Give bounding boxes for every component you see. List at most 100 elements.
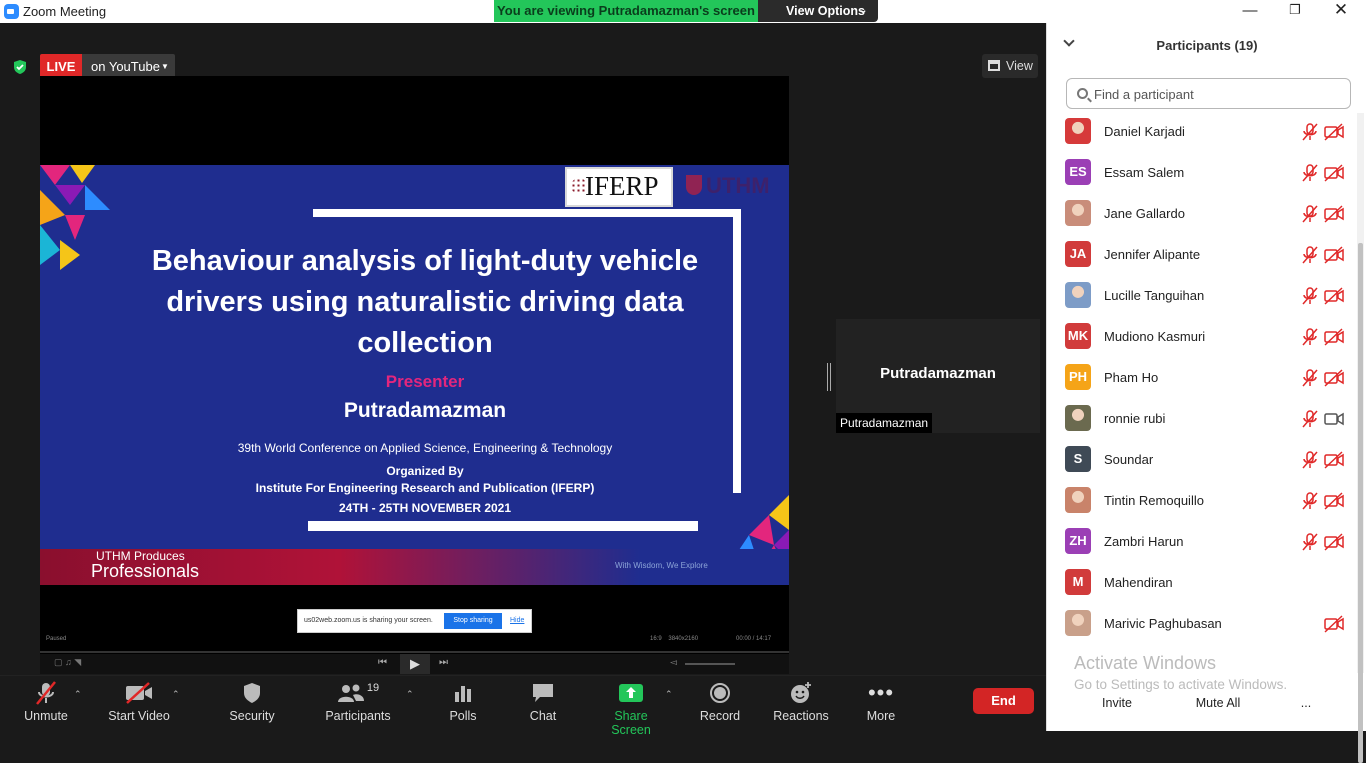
audio-options-caret-icon[interactable]: ⌃ xyxy=(74,689,82,700)
participants-options-caret-icon[interactable]: ⌃ xyxy=(406,689,414,700)
view-label: View xyxy=(1006,59,1033,73)
participant-row[interactable]: Lucille Tanguihan xyxy=(1047,275,1353,316)
participants-button[interactable]: 19 Participants xyxy=(322,676,394,732)
player-extra-controls[interactable]: ▢ ♫ ◥ xyxy=(54,657,81,668)
video-options-caret-icon[interactable]: ⌃ xyxy=(172,689,180,700)
grid-view-icon xyxy=(988,60,1000,71)
video-on-icon[interactable] xyxy=(1324,410,1344,428)
volume-slider[interactable] xyxy=(685,663,735,665)
previous-icon[interactable]: ⏮ xyxy=(378,657,387,668)
participant-row[interactable]: JA Jennifer Alipante xyxy=(1047,234,1353,275)
view-options-button[interactable]: View Options ⌄ xyxy=(758,0,878,22)
start-video-button[interactable]: Start Video xyxy=(104,676,174,732)
presenter-name: Putradamazman xyxy=(343,399,507,422)
video-off-icon[interactable] xyxy=(1324,451,1344,469)
windows-activation-watermark-title: Activate Windows xyxy=(1074,653,1217,673)
scrollbar-thumb[interactable] xyxy=(1358,243,1363,763)
muted-mic-icon[interactable] xyxy=(1301,533,1319,551)
video-thumbnail[interactable]: Putradamazman Putradamazman xyxy=(836,319,1040,433)
video-off-icon[interactable] xyxy=(1324,328,1344,346)
record-label: Record xyxy=(699,709,741,723)
volume-icon[interactable]: ◅ xyxy=(670,657,677,668)
organized-by-heading: Organized By xyxy=(386,464,464,478)
participant-list-scrollbar[interactable] xyxy=(1357,113,1364,763)
invite-button[interactable]: Invite xyxy=(1091,692,1143,714)
video-off-icon[interactable] xyxy=(1324,533,1344,551)
slide-decoration-left xyxy=(40,165,110,270)
participant-name: Mahendiran xyxy=(1104,575,1173,590)
video-off-icon[interactable] xyxy=(1324,287,1344,305)
participant-row[interactable]: Daniel Karjadi xyxy=(1047,111,1353,152)
stop-sharing-button[interactable]: Stop sharing xyxy=(444,613,502,629)
next-icon[interactable]: ⏭ xyxy=(439,657,448,668)
participant-row[interactable]: MK Mudiono Kasmuri xyxy=(1047,316,1353,357)
share-options-caret-icon[interactable]: ⌃ xyxy=(665,689,673,700)
muted-mic-icon[interactable] xyxy=(1301,246,1319,264)
panel-more-button[interactable]: ... xyxy=(1295,692,1317,714)
title-bar: Zoom Meeting You are viewing Putradamazm… xyxy=(0,0,1366,23)
player-video-info: 16:9 3840x2160 xyxy=(650,636,698,642)
reactions-button[interactable]: Reactions xyxy=(771,676,831,732)
video-off-icon[interactable] xyxy=(1324,246,1344,264)
video-off-icon[interactable] xyxy=(1324,492,1344,510)
security-button[interactable]: Security xyxy=(226,676,278,732)
hide-sharing-bar-link[interactable]: Hide xyxy=(510,610,524,632)
start-video-label: Start Video xyxy=(108,709,170,723)
participant-search-input[interactable] xyxy=(1094,84,1344,104)
player-progress-bar[interactable] xyxy=(40,651,789,653)
participant-row[interactable]: Marivic Paghubasan xyxy=(1047,603,1353,638)
participant-row[interactable]: PH Pham Ho xyxy=(1047,357,1353,398)
participant-row[interactable]: S Soundar xyxy=(1047,439,1353,480)
participant-row[interactable]: Jane Gallardo xyxy=(1047,193,1353,234)
participant-name: Tintin Remoquillo xyxy=(1104,493,1204,508)
muted-mic-icon[interactable] xyxy=(1301,205,1319,223)
close-icon[interactable]: ✕ xyxy=(1331,0,1351,20)
participant-row[interactable]: ronnie rubi xyxy=(1047,398,1353,439)
participant-avatar xyxy=(1065,610,1091,636)
participant-avatar: M xyxy=(1065,569,1091,595)
record-icon xyxy=(710,683,730,703)
participants-panel: Participants (19) Daniel Karjadi ES Essam … xyxy=(1046,23,1366,763)
participant-avatar xyxy=(1065,282,1091,308)
thumbnail-display-name: Putradamazman xyxy=(880,365,996,382)
muted-mic-icon[interactable] xyxy=(1301,451,1319,469)
muted-mic-icon[interactable] xyxy=(1301,164,1319,182)
participant-avatar: ES xyxy=(1065,159,1091,185)
participant-name: ronnie rubi xyxy=(1104,411,1166,426)
participant-name: Jennifer Alipante xyxy=(1104,247,1201,262)
participants-count: 19 xyxy=(366,682,380,694)
muted-mic-icon[interactable] xyxy=(1301,492,1319,510)
participant-row[interactable]: Tintin Remoquillo xyxy=(1047,480,1353,521)
participants-label: Participants xyxy=(325,709,391,723)
minimize-icon[interactable]: — xyxy=(1240,2,1260,19)
record-button[interactable]: Record xyxy=(698,676,742,732)
video-off-icon[interactable] xyxy=(1324,369,1344,387)
split-handle[interactable] xyxy=(827,363,831,391)
view-layout-button[interactable]: View xyxy=(982,54,1038,78)
participant-row[interactable]: M Mahendiran xyxy=(1047,562,1353,603)
muted-mic-icon[interactable] xyxy=(1301,123,1319,141)
organizer-name: Institute For Engineering Research and P… xyxy=(255,481,595,495)
participant-row[interactable]: ZH Zambri Harun xyxy=(1047,521,1353,562)
muted-mic-icon[interactable] xyxy=(1301,369,1319,387)
encryption-shield-icon[interactable] xyxy=(12,59,28,75)
participant-name: Soundar xyxy=(1104,452,1154,467)
participant-search[interactable] xyxy=(1066,78,1351,109)
muted-mic-icon[interactable] xyxy=(1301,410,1319,428)
participant-row[interactable]: ES Essam Salem xyxy=(1047,152,1353,193)
mute-all-button[interactable]: Mute All xyxy=(1188,692,1248,714)
video-off-icon[interactable] xyxy=(1324,205,1344,223)
polls-button[interactable]: Polls xyxy=(440,676,486,732)
video-off-icon[interactable] xyxy=(1324,615,1344,633)
unmute-button[interactable]: Unmute xyxy=(18,676,74,732)
more-button[interactable]: ••• More xyxy=(860,676,902,732)
muted-mic-icon[interactable] xyxy=(1301,287,1319,305)
share-screen-button[interactable]: Share Screen xyxy=(594,676,668,737)
end-meeting-button[interactable]: End xyxy=(973,688,1034,714)
chat-button[interactable]: Chat xyxy=(521,676,565,732)
video-off-icon[interactable] xyxy=(1324,164,1344,182)
play-icon[interactable]: ▶ xyxy=(400,654,430,674)
restore-icon[interactable]: ❐ xyxy=(1285,2,1305,18)
muted-mic-icon[interactable] xyxy=(1301,328,1319,346)
video-off-icon[interactable] xyxy=(1324,123,1344,141)
